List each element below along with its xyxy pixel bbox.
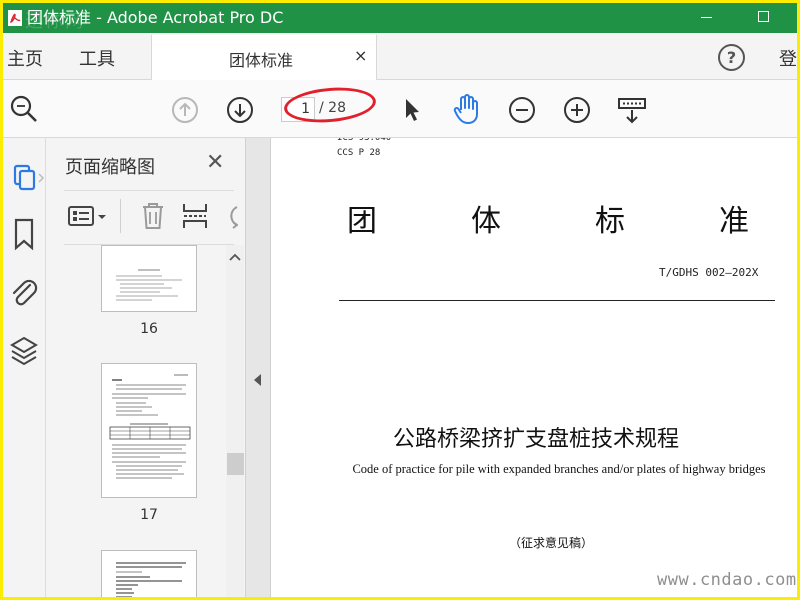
- title-char: 准: [719, 204, 749, 239]
- help-icon[interactable]: ?: [718, 44, 745, 71]
- thumbnail-page-number: 16: [140, 321, 158, 337]
- divider: [120, 199, 121, 233]
- thumbnail-page-number: 17: [140, 507, 158, 523]
- main-toolbar: 1 / 28: [3, 80, 797, 138]
- title-char: 体: [471, 204, 501, 239]
- scroll-up-icon[interactable]: [226, 249, 244, 267]
- next-page-icon[interactable]: [226, 96, 254, 124]
- thumbnails-scrollbar[interactable]: [226, 245, 244, 597]
- standard-title: 团 体 标 准: [337, 196, 767, 239]
- select-arrow-icon[interactable]: [401, 96, 423, 124]
- maximize-button[interactable]: [741, 3, 787, 33]
- thumbnail-options-icon[interactable]: [68, 205, 110, 229]
- tab-document-label: 团体标准: [229, 51, 294, 70]
- divider: [339, 300, 775, 301]
- panel-title: 页面缩略图: [65, 157, 155, 178]
- tab-tools[interactable]: 工具: [79, 45, 115, 71]
- page-display-menu-icon[interactable]: [617, 96, 647, 126]
- rotate-page-icon[interactable]: [224, 203, 238, 229]
- page-thumbnail[interactable]: [101, 550, 197, 597]
- draft-note: （征求意见稿）: [508, 536, 593, 550]
- thumbnail-page-content: [109, 374, 191, 479]
- title-char: 标: [595, 204, 625, 239]
- thumbnails-panel: 页面缩略图 ✕ 16 17: [46, 138, 245, 597]
- sign-in-button[interactable]: 登: [779, 45, 797, 71]
- acrobat-window: 迅你网 团体标准 - Adobe Acrobat Pro DC 主页 工具 团体…: [3, 3, 797, 597]
- tab-document[interactable]: 团体标准 ×: [151, 35, 377, 81]
- panel-collapse-splitter[interactable]: [245, 138, 271, 597]
- panel-toolbar: [64, 191, 240, 243]
- site-watermark: www.cndao.com: [657, 570, 797, 590]
- previous-page-icon[interactable]: [171, 96, 199, 124]
- panel-close-button[interactable]: ✕: [206, 150, 224, 175]
- page-thumbnail[interactable]: [101, 363, 197, 498]
- highlight-oval-annotation: [282, 84, 378, 126]
- tab-home[interactable]: 主页: [7, 45, 43, 71]
- insert-page-icon[interactable]: [182, 201, 208, 231]
- title-bar: 迅你网 团体标准 - Adobe Acrobat Pro DC: [3, 3, 797, 33]
- zoom-in-icon[interactable]: [563, 96, 591, 124]
- ccs-line: CCS P 28: [337, 148, 381, 158]
- window-title: 团体标准 - Adobe Acrobat Pro DC: [27, 8, 284, 27]
- chinese-title: 公路桥梁挤扩支盘桩技术规程: [392, 427, 679, 452]
- thumbnail-page-content: [116, 562, 186, 597]
- acrobat-logo-icon: [8, 10, 22, 26]
- page-thumbnails-icon[interactable]: [3, 158, 46, 198]
- tab-bar: 主页 工具 团体标准 × ? 登: [3, 33, 797, 81]
- ics-line: ICS 93.040: [337, 138, 392, 143]
- scrollbar-thumb[interactable]: [227, 453, 244, 475]
- title-char: 团: [347, 204, 377, 239]
- tab-close-button[interactable]: ×: [354, 46, 367, 65]
- delete-page-icon[interactable]: [140, 201, 166, 231]
- collapse-arrow-icon[interactable]: [254, 374, 261, 386]
- ics-code: ICS 93.040 CCS P 28: [337, 138, 391, 161]
- layers-icon[interactable]: [3, 332, 46, 372]
- navigation-rail: [3, 138, 46, 597]
- standard-number: T/GDHS 002—202X: [659, 266, 759, 279]
- thumbnails-list: 16 17: [46, 245, 245, 597]
- document-page: ICS 93.040 CCS P 28 团 体 标 准 T/GDHS 002—2…: [271, 138, 797, 597]
- minimize-button[interactable]: [683, 3, 729, 33]
- english-title: Code of practice for pile with expanded …: [352, 462, 766, 476]
- zoom-out-icon[interactable]: [508, 96, 536, 124]
- thumbnail-page-content: [116, 269, 182, 301]
- hand-tool-icon[interactable]: [452, 93, 482, 125]
- attachments-icon[interactable]: [3, 272, 46, 312]
- bookmarks-icon[interactable]: [3, 214, 46, 254]
- page-thumbnail[interactable]: [101, 245, 197, 312]
- search-zoom-icon[interactable]: [9, 94, 39, 124]
